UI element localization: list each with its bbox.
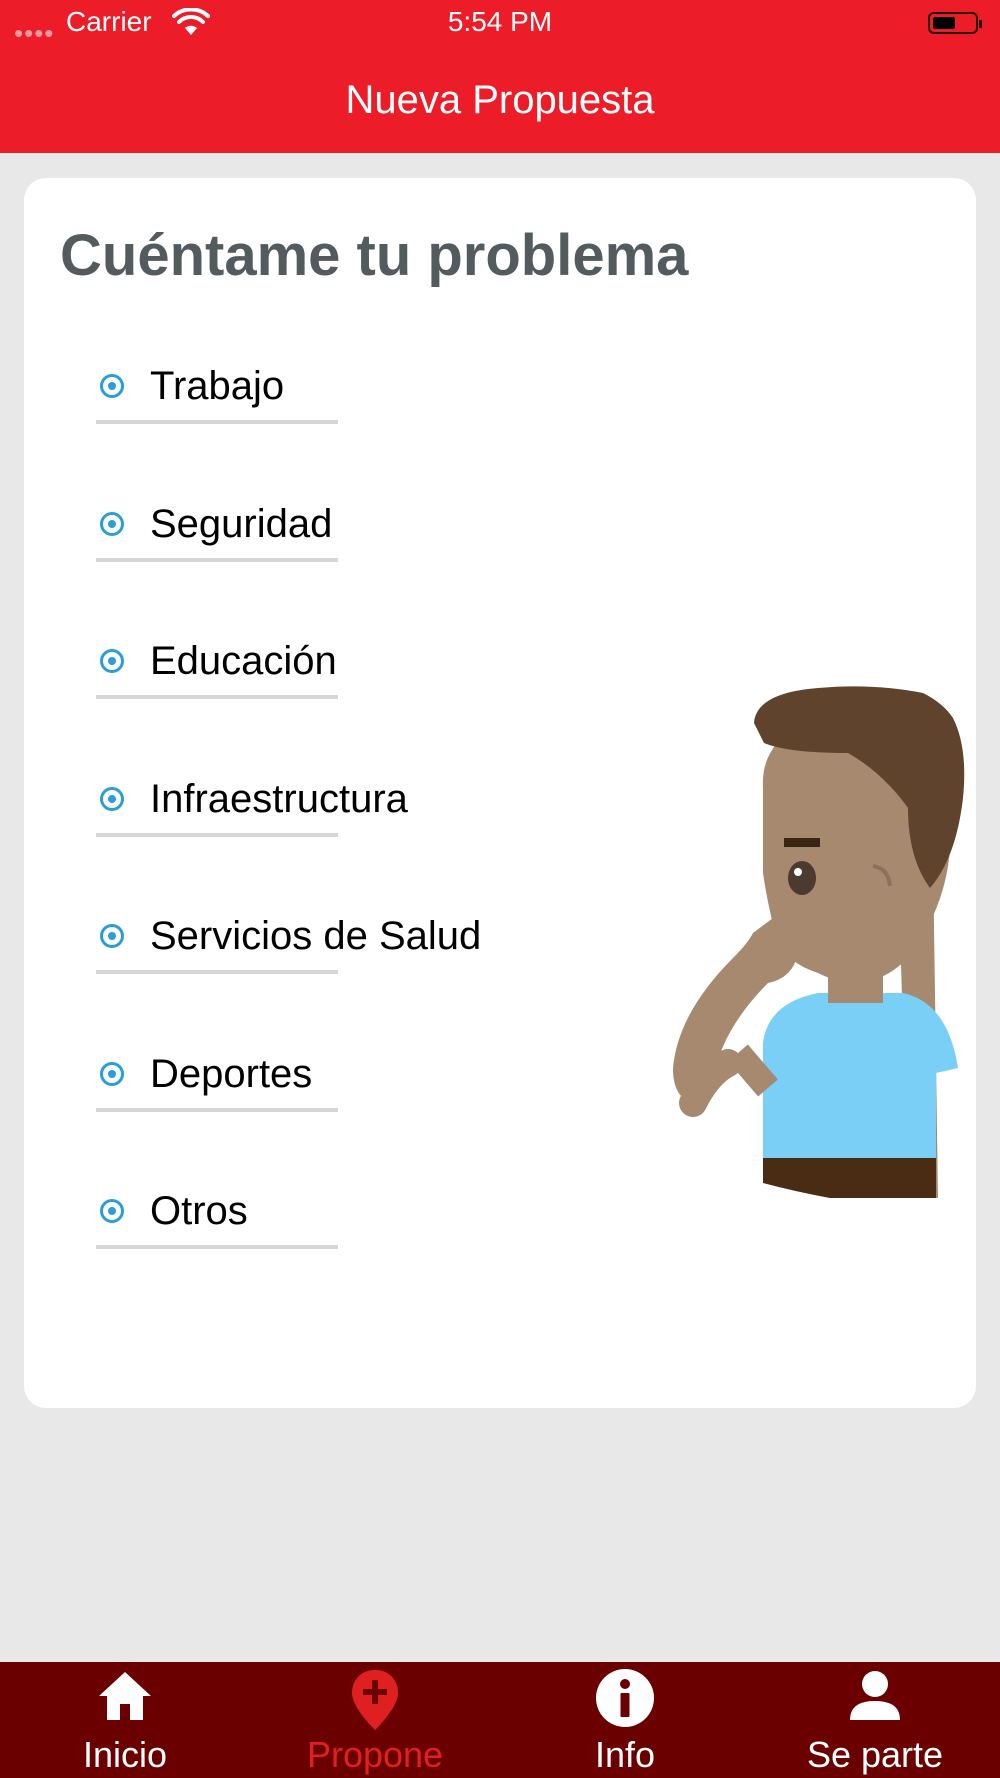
tab-se-parte[interactable]: Se parte: [750, 1662, 1000, 1778]
tab-info[interactable]: Info: [500, 1662, 750, 1778]
tab-label: Info: [594, 1734, 656, 1775]
option-divider: [96, 1245, 338, 1249]
option-educacion[interactable]: Educación: [96, 603, 616, 741]
option-label: Infraestructura: [150, 776, 408, 821]
user-icon: [850, 1671, 900, 1720]
status-time: 5:54 PM: [447, 6, 553, 37]
battery-level-fill: [933, 17, 955, 29]
option-trabajo[interactable]: Trabajo: [96, 328, 616, 466]
tab-inicio[interactable]: Inicio: [0, 1662, 250, 1778]
option-label: Educación: [150, 639, 337, 683]
option-divider: [96, 420, 338, 424]
radio-icon[interactable]: [100, 924, 124, 948]
page-title: Nueva Propuesta: [345, 78, 655, 122]
option-label: Trabajo: [150, 364, 285, 408]
option-divider: [96, 695, 338, 699]
map-pin-plus-icon: [352, 1670, 398, 1730]
option-otros[interactable]: Otros: [96, 1153, 616, 1291]
radio-icon[interactable]: [100, 1061, 124, 1086]
option-label: Otros: [150, 1189, 248, 1233]
problem-card: Cuéntame tu problema Trabajo Seguridad E…: [24, 178, 976, 1408]
option-divider: [96, 557, 338, 562]
info-icon: [596, 1669, 654, 1727]
option-infraestructura[interactable]: Infraestructura: [96, 741, 616, 879]
problem-options-list: Trabajo Seguridad Educación Infraestruct…: [96, 328, 616, 1291]
status-bar: •••• Carrier 5:54 PM: [0, 0, 1000, 48]
tab-bar: Inicio Propone Info Se parte: [0, 1662, 1000, 1778]
tab-propone[interactable]: Propone: [250, 1662, 500, 1778]
radio-icon[interactable]: [100, 511, 124, 536]
tab-label: Se parte: [806, 1734, 944, 1775]
option-label: Servicios de Salud: [150, 914, 482, 958]
battery-icon: [928, 12, 982, 34]
radio-icon[interactable]: [100, 649, 124, 673]
tab-label: Propone: [306, 1734, 444, 1775]
option-label: Seguridad: [150, 501, 333, 546]
option-divider: [96, 1107, 338, 1112]
option-servicios-de-salud[interactable]: Servicios de Salud: [96, 878, 616, 1016]
option-divider: [96, 832, 338, 837]
card-title: Cuéntame tu problema: [60, 223, 689, 288]
option-label: Deportes: [150, 1051, 313, 1096]
top-bar: •••• Carrier 5:54 PM Nueva Propuesta: [0, 0, 1000, 153]
home-icon: [99, 1672, 151, 1720]
option-deportes[interactable]: Deportes: [96, 1016, 616, 1154]
thinking-person-illustration: [673, 686, 965, 1198]
tab-label: Inicio: [82, 1734, 168, 1775]
radio-icon[interactable]: [100, 1199, 124, 1223]
option-seguridad[interactable]: Seguridad: [96, 466, 616, 604]
radio-icon[interactable]: [100, 786, 124, 811]
radio-icon[interactable]: [100, 374, 124, 398]
option-divider: [96, 970, 338, 974]
